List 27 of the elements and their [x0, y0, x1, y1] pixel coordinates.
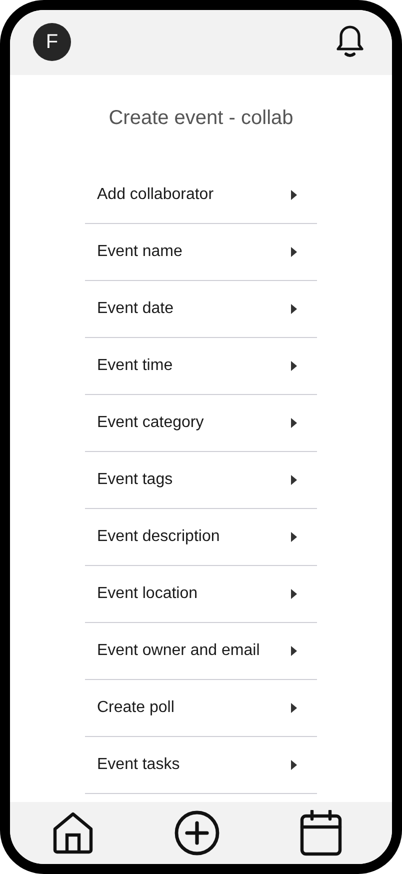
menu-item[interactable]: Event name	[85, 224, 317, 281]
menu-item[interactable]: Create poll	[85, 680, 317, 737]
menu-item[interactable]: Event time	[85, 338, 317, 395]
caret-icon	[291, 760, 297, 770]
caret-icon	[291, 304, 297, 314]
caret-icon	[291, 475, 297, 485]
menu-item[interactable]: Event description	[85, 509, 317, 566]
caret-icon	[291, 361, 297, 371]
avatar[interactable]: F	[33, 23, 71, 61]
caret-icon	[291, 247, 297, 257]
menu-item[interactable]: Event tags	[85, 452, 317, 509]
caret-icon	[291, 646, 297, 656]
home-icon[interactable]	[52, 811, 94, 855]
menu-item[interactable]: Event date	[85, 281, 317, 338]
caret-icon	[291, 532, 297, 542]
caret-icon	[291, 589, 297, 599]
menu-item[interactable]: Add collaborator	[85, 167, 317, 224]
caret-icon	[291, 190, 297, 200]
menu-item[interactable]: Event tasks	[85, 737, 317, 794]
calendar-icon[interactable]	[300, 810, 342, 856]
caret-icon	[291, 418, 297, 428]
caret-icon	[291, 703, 297, 713]
menu-item[interactable]: Event location	[85, 566, 317, 623]
page-title: Create event - collab	[108, 106, 294, 130]
add-icon[interactable]	[174, 810, 220, 856]
menu-item[interactable]: Event category	[85, 395, 317, 452]
menu-item[interactable]: Event owner and email	[85, 623, 317, 680]
